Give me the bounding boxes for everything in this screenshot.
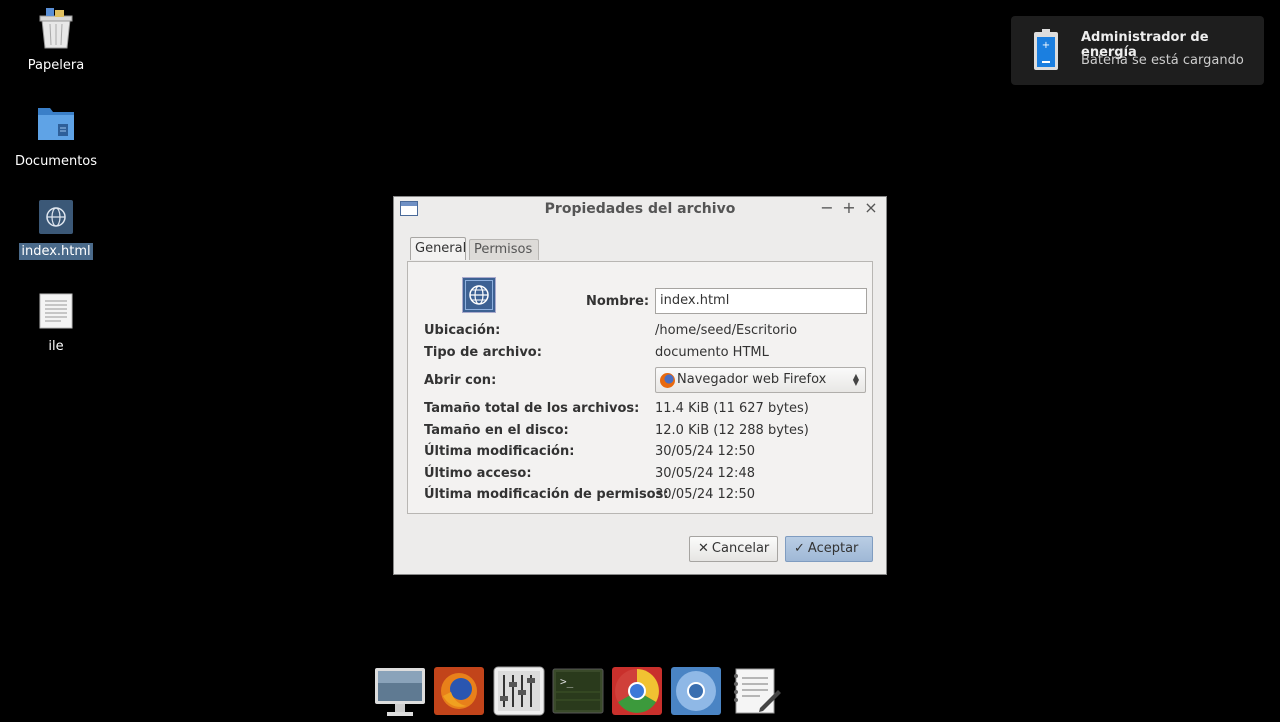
perm-modified-value: 30/05/24 12:50 [655, 487, 755, 502]
total-size-label: Tamaño total de los archivos: [424, 401, 640, 416]
perm-modified-label: Última modificación de permisos: [424, 487, 669, 502]
disk-size-value: 12.0 KiB (12 288 bytes) [655, 423, 809, 438]
tab-permisos[interactable]: Permisos [469, 239, 539, 260]
name-input[interactable]: index.html [655, 288, 867, 314]
dock-item-firefox[interactable] [433, 666, 485, 716]
desktop-icon-documents[interactable]: Documentos [11, 104, 101, 170]
text-file-icon [39, 293, 73, 329]
desktop-icon-trash[interactable]: Papelera [11, 8, 101, 74]
total-size-value: 11.4 KiB (11 627 bytes) [655, 401, 809, 416]
cancel-button[interactable]: ✕ Cancelar [689, 536, 778, 562]
dock-item-display[interactable] [373, 666, 425, 716]
firefox-icon [660, 373, 675, 388]
desktop-icon-label: index.html [19, 243, 93, 260]
accessed-label: Último acceso: [424, 466, 532, 481]
close-button[interactable]: × [862, 198, 880, 217]
accessed-value: 30/05/24 12:48 [655, 466, 755, 481]
firefox-icon [434, 667, 484, 715]
ok-button-label: Aceptar [807, 541, 859, 556]
desktop-icon-label: Papelera [27, 58, 85, 73]
name-label: Nombre: [586, 294, 650, 309]
desktop-icon-label: Documentos [14, 154, 98, 169]
desktop-icon-ile[interactable]: ile [11, 293, 101, 355]
battery-charging-icon: + [1033, 29, 1059, 75]
dock-item-text-editor[interactable] [730, 666, 782, 716]
chromium-icon [671, 667, 721, 715]
tab-general[interactable]: General [410, 237, 466, 260]
cancel-button-label: Cancelar [711, 541, 770, 556]
disk-size-label: Tamaño en el disco: [424, 423, 569, 438]
open-with-value: Navegador web Firefox [677, 372, 827, 387]
checkmark-icon: ✓ [794, 541, 805, 556]
close-icon: ✕ [698, 541, 709, 556]
html-file-icon [39, 200, 73, 234]
modified-label: Última modificación: [424, 444, 575, 459]
notification-message: Batería se está cargando [1081, 53, 1244, 68]
dock-item-settings[interactable] [493, 666, 545, 716]
updown-arrow-icon: ▲ ▼ [852, 372, 859, 387]
folder-icon [36, 104, 76, 144]
svg-text:>_: >_ [560, 675, 574, 688]
svg-text:+: + [1042, 40, 1050, 51]
type-label: Tipo de archivo: [424, 345, 542, 360]
text-editor-icon [734, 668, 781, 714]
open-with-select[interactable]: Navegador web Firefox ▲ ▼ [655, 367, 866, 393]
desktop-icon-index-html[interactable]: index.html [11, 200, 101, 260]
general-panel: Nombre: index.html Ubicación: /home/seed… [407, 261, 873, 514]
terminal-icon: >_ [552, 668, 604, 714]
dialog-title: Propiedades del archivo [544, 201, 736, 217]
html-file-icon [462, 277, 496, 313]
location-label: Ubicación: [424, 323, 501, 338]
monitor-icon [375, 668, 425, 716]
type-value: documento HTML [655, 345, 769, 360]
mixer-settings-icon [493, 666, 545, 716]
dock-item-terminal[interactable]: >_ [552, 666, 604, 716]
maximize-button[interactable]: + [840, 198, 858, 217]
location-value: /home/seed/Escritorio [655, 323, 798, 338]
dock-item-chrome[interactable] [611, 666, 663, 716]
dialog-titlebar[interactable]: Propiedades del archivo − + × [394, 197, 886, 221]
file-properties-dialog: Propiedades del archivo − + × General Pe… [393, 196, 887, 575]
trash-icon [36, 8, 76, 49]
open-with-label: Abrir con: [424, 373, 497, 388]
minimize-button[interactable]: − [818, 198, 836, 217]
desktop-icon-label: ile [48, 339, 64, 354]
modified-value: 30/05/24 12:50 [655, 444, 755, 459]
chrome-icon [612, 667, 662, 715]
power-notification[interactable]: + Administrador de energía Batería se es… [1011, 16, 1264, 85]
ok-button[interactable]: ✓ Aceptar [785, 536, 873, 562]
dock-item-chromium[interactable] [670, 666, 722, 716]
